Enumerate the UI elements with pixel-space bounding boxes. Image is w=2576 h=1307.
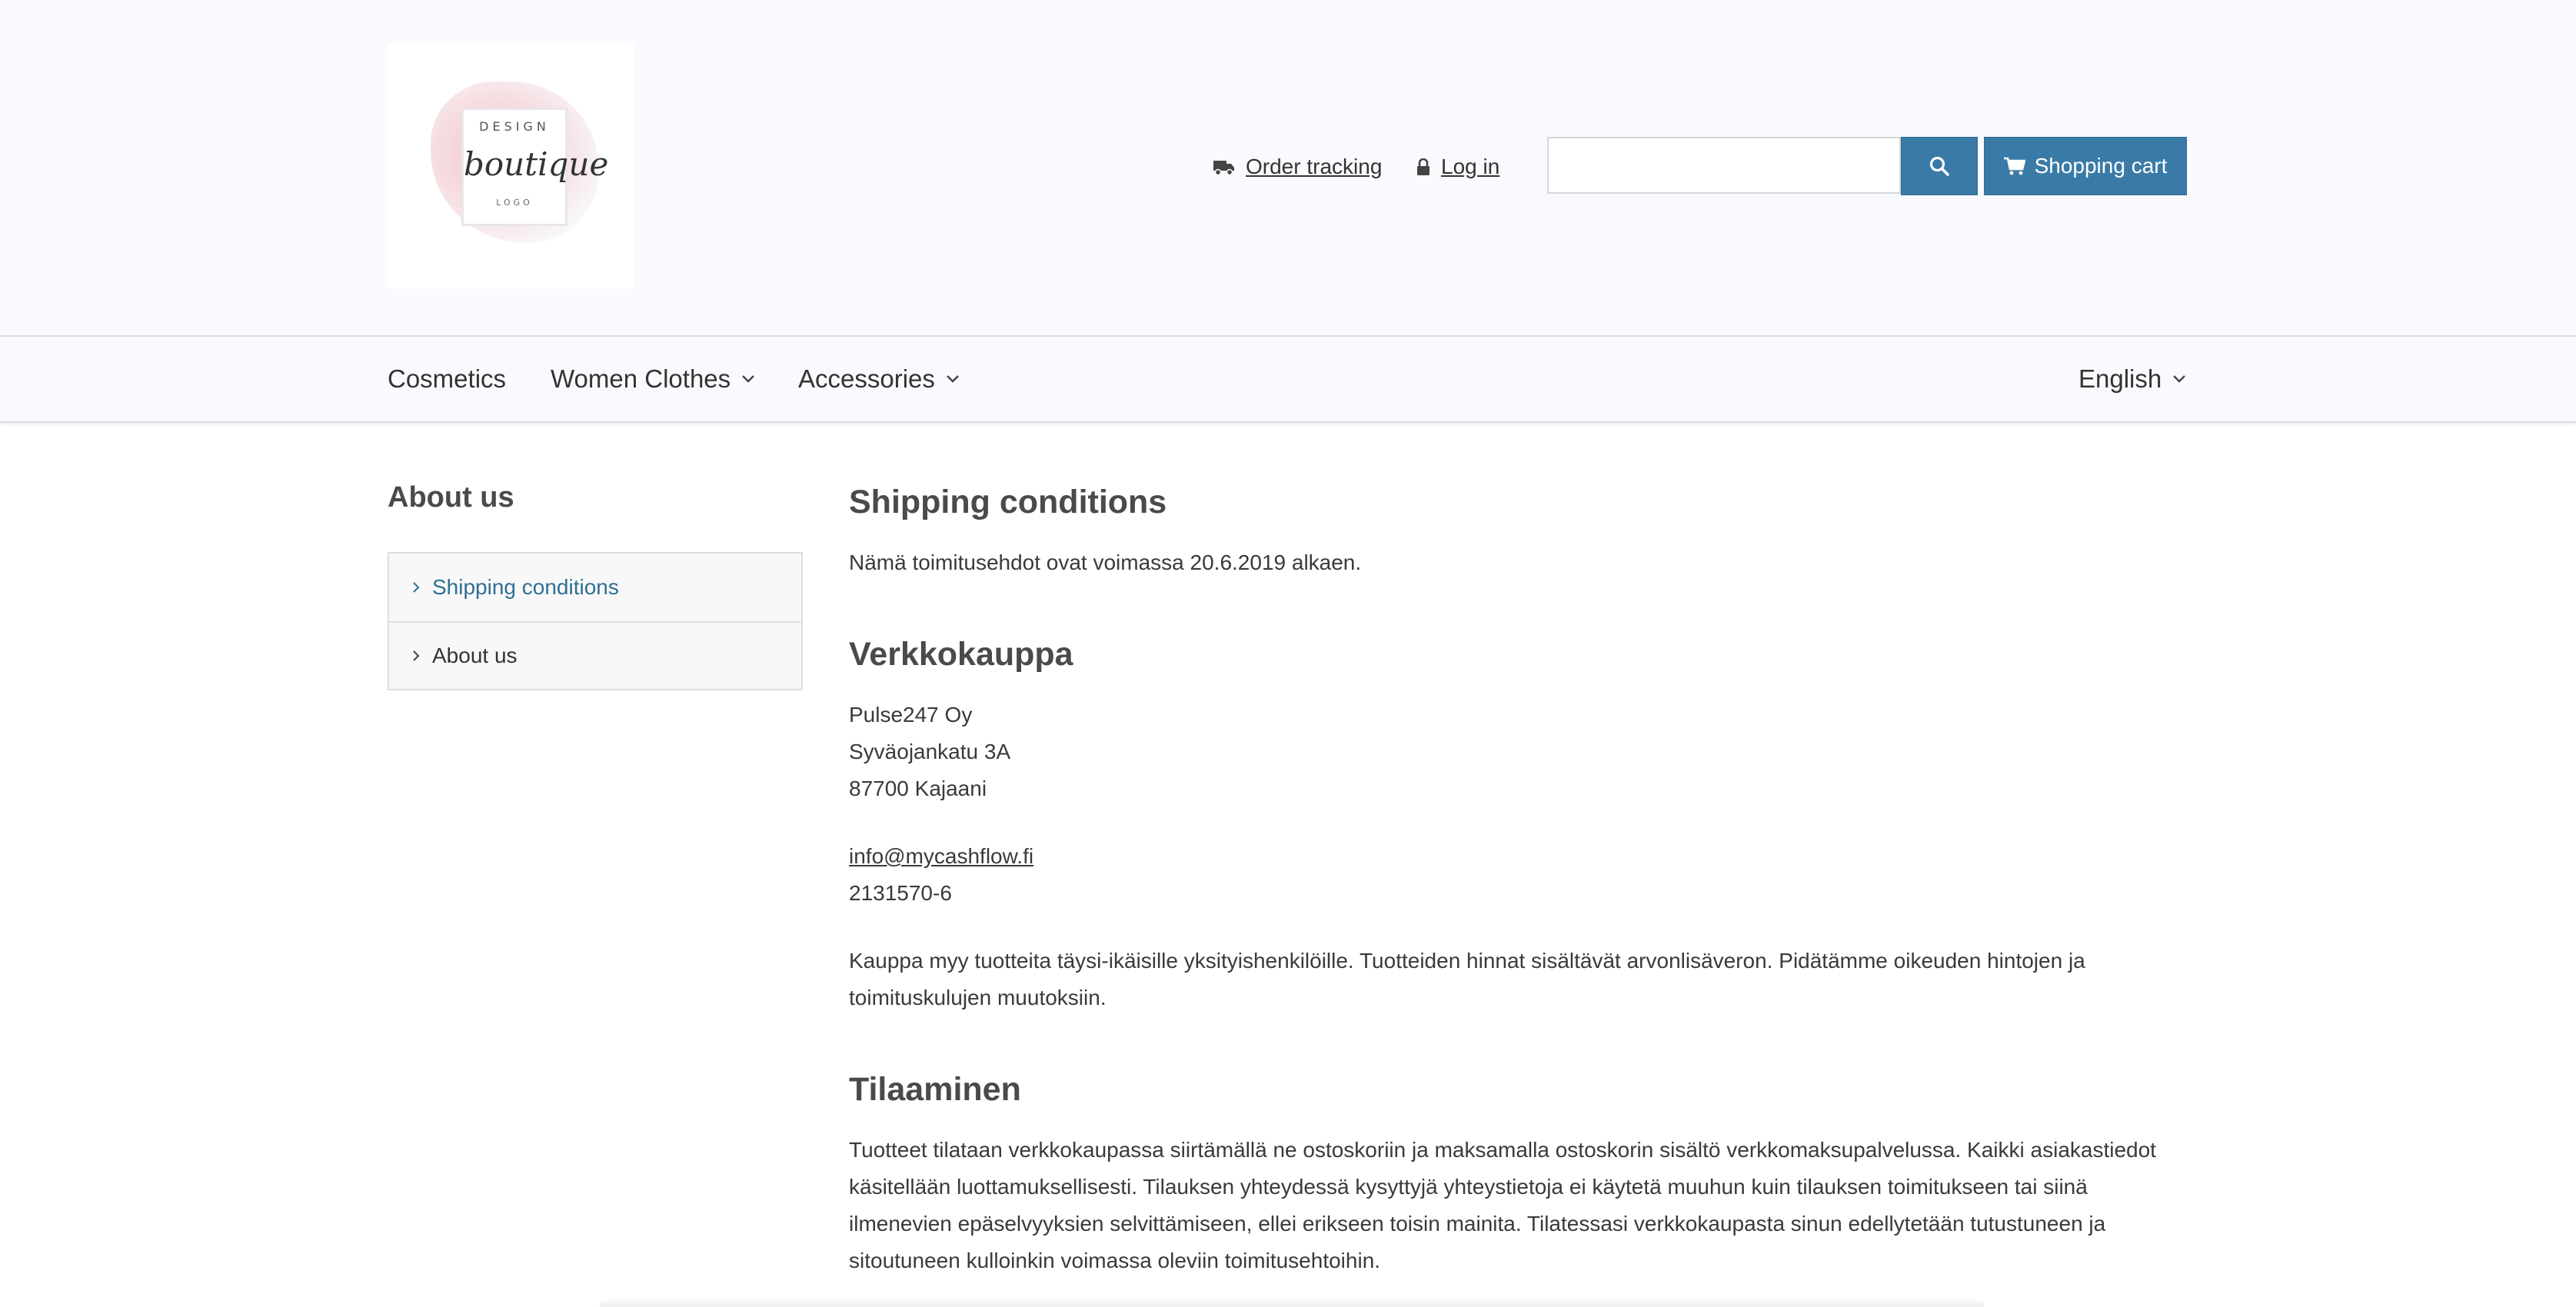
logo-line-boutique: boutique [464,145,609,183]
cart-icon [2003,157,2025,175]
search-input[interactable] [1547,137,1901,194]
shopping-cart-label: Shopping cart [2034,154,2168,178]
chevron-down-icon [742,375,755,383]
sidebar-item-about-us[interactable]: About us [389,621,801,689]
section-heading-verkkokauppa: Verkkokauppa [849,636,1073,673]
business-id: 2131570-6 [849,881,952,905]
section-heading-tilaaminen: Tilaaminen [849,1071,1021,1108]
login-label: Log in [1441,155,1500,178]
store-description: Kauppa myy tuotteita täysi-ikäisille yks… [849,949,2085,1009]
language-selector[interactable]: English [2078,337,2186,421]
nav-item-accessories[interactable]: Accessories [798,337,960,421]
site-logo[interactable]: DESIGN boutique LOGO [388,43,634,289]
chevron-right-icon [413,582,420,593]
language-label: English [2078,364,2162,393]
chevron-down-icon [2173,375,2186,383]
logo-line-logo: LOGO [496,198,533,208]
nav-item-cosmetics[interactable]: Cosmetics [388,337,506,421]
order-tracking-link[interactable]: Order tracking [1213,155,1382,179]
truck-icon [1213,161,1234,175]
ordering-text: Tuotteet tilataan verkkokaupassa siirtäm… [849,1138,2156,1272]
search-button[interactable] [1901,137,1978,195]
nav-item-label: Women Clothes [551,364,731,393]
page-title: Shipping conditions [849,484,1167,520]
nav-item-label: Cosmetics [388,364,507,393]
sidebar-heading: About us [388,481,514,514]
nav-item-label: Accessories [798,364,935,393]
site-header: DESIGN boutique LOGO Order tracking Log … [0,0,2576,335]
logo-card: DESIGN boutique LOGO [461,108,609,226]
chevron-right-icon [413,650,420,661]
bottom-overlay-shadow [600,1295,1984,1307]
sidebar-item-label: Shipping conditions [432,575,619,599]
company-name: Pulse247 Oy [849,703,973,727]
order-tracking-label: Order tracking [1246,155,1383,178]
company-street: Syväojankatu 3A [849,740,1011,763]
order-tracking-link-wrap: Order tracking [1213,151,1382,183]
chevron-down-icon [947,375,959,383]
email-link[interactable]: info@mycashflow.fi [849,844,1033,868]
company-city: 87700 Kajaani [849,777,987,800]
nav-item-women-clothes[interactable]: Women Clothes [551,337,755,421]
sidebar-menu: Shipping conditions About us [388,552,803,690]
sidebar-item-shipping-conditions[interactable]: Shipping conditions [389,554,801,621]
shopping-cart-button[interactable]: Shopping cart [1984,137,2187,195]
search-icon [1929,156,1949,176]
login-link[interactable]: Log in [1416,155,1499,179]
intro-text: Nämä toimitusehdot ovat voimassa 20.6.20… [849,550,1362,574]
login-link-wrap: Log in [1416,151,1499,183]
lock-icon [1417,158,1429,175]
main-content: Shipping conditions Nämä toimitusehdot o… [849,477,2187,1279]
main-navigation: Cosmetics Women Clothes Accessories Engl… [0,335,2576,423]
logo-line-design: DESIGN [479,119,550,134]
sidebar-item-label: About us [432,644,518,667]
